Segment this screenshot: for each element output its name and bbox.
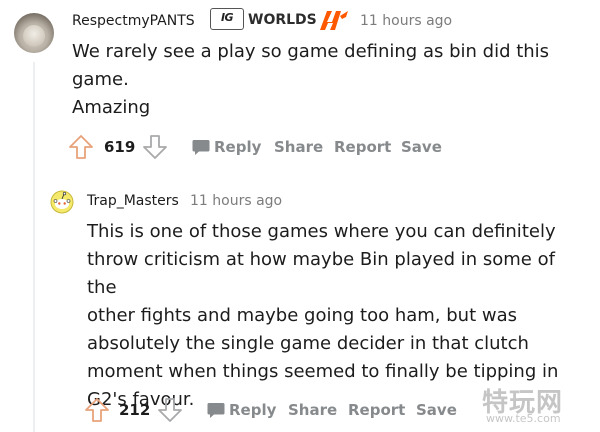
upvote-arrow-icon[interactable] bbox=[84, 397, 110, 423]
comment-action-bar: 619 Reply Share Report Save bbox=[68, 134, 468, 160]
comment-author[interactable]: RespectmyPANTS bbox=[72, 13, 195, 29]
user-avatar[interactable] bbox=[14, 13, 54, 53]
fnatic-logo-icon bbox=[320, 11, 348, 30]
site-watermark: 特玩网 www.te5.com bbox=[482, 382, 594, 425]
share-button[interactable]: Share bbox=[288, 401, 337, 419]
upvote-arrow-icon[interactable] bbox=[68, 134, 94, 160]
reply-button[interactable]: Reply bbox=[214, 138, 261, 156]
vote-score: 619 bbox=[104, 138, 136, 156]
comment-body: We rarely see a play so game defining as… bbox=[72, 38, 572, 122]
comment-timestamp[interactable]: 11 hours ago bbox=[190, 193, 282, 209]
comment-author[interactable]: Trap_Masters bbox=[87, 193, 179, 209]
share-button[interactable]: Share bbox=[274, 138, 323, 156]
report-button[interactable]: Report bbox=[334, 138, 391, 156]
comment-body-line: Amazing bbox=[72, 97, 151, 118]
report-button[interactable]: Report bbox=[348, 401, 405, 419]
watermark-url: www.te5.com bbox=[486, 412, 561, 425]
team-flair-ig-icon: IG bbox=[210, 8, 244, 30]
snoo-avatar-icon[interactable] bbox=[50, 190, 74, 214]
reply-chat-icon[interactable] bbox=[192, 139, 210, 156]
reply-chat-icon[interactable] bbox=[207, 402, 225, 419]
comment-body-line: We rarely see a play so game defining as… bbox=[72, 41, 550, 62]
flair-text: WORLDS bbox=[248, 12, 317, 28]
comment-action-bar: 212 Reply Share Report Save bbox=[84, 397, 484, 423]
comment-body-line: game. bbox=[72, 69, 129, 90]
save-button[interactable]: Save bbox=[401, 138, 442, 156]
downvote-arrow-icon[interactable] bbox=[157, 397, 183, 423]
comment-body-line: absolutely the single game decider in th… bbox=[87, 333, 529, 354]
comment-body-line: throw criticism at how maybe Bin played … bbox=[87, 249, 555, 298]
vote-score: 212 bbox=[119, 401, 151, 419]
downvote-arrow-icon[interactable] bbox=[142, 134, 168, 160]
reply-button[interactable]: Reply bbox=[229, 401, 276, 419]
comment-thread-line[interactable] bbox=[33, 62, 35, 432]
save-button[interactable]: Save bbox=[416, 401, 457, 419]
comment-timestamp[interactable]: 11 hours ago bbox=[360, 13, 452, 29]
comment-body-line: This is one of those games where you can… bbox=[87, 221, 556, 242]
comment-body-line: other fights and maybe going too ham, bu… bbox=[87, 305, 517, 326]
